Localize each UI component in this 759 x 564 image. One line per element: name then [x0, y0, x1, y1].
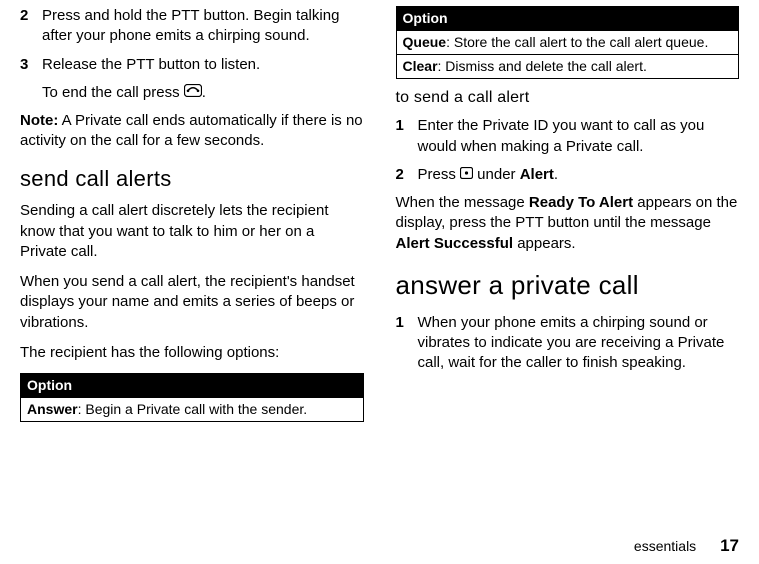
left-column: 2 Press and hold the PTT button. Begin t…	[20, 6, 364, 430]
left-step-3: 3 Release the PTT button to listen.	[20, 55, 364, 75]
step-number: 1	[396, 313, 418, 374]
heading-send-call-alerts: send call alerts	[20, 164, 364, 194]
left-step-2: 2 Press and hold the PTT button. Begin t…	[20, 6, 364, 47]
option-rest-answer: : Begin a Private call with the sender.	[78, 401, 308, 417]
answer-step-1: 1 When your phone emits a chirping sound…	[396, 313, 740, 374]
page-content: 2 Press and hold the PTT button. Begin t…	[0, 0, 759, 430]
option-table-header: Option	[21, 374, 364, 398]
note-label: Note:	[20, 112, 58, 129]
option-table-right: Option Queue: Store the call alert to th…	[396, 6, 740, 79]
right-column: Option Queue: Store the call alert to th…	[396, 6, 740, 430]
option-label-clear: Clear	[403, 58, 438, 74]
step-number: 2	[20, 6, 42, 47]
end-call-pre: To end the call press	[42, 84, 184, 101]
option-row-queue: Queue: Store the call alert to the call …	[396, 30, 739, 54]
ready-to-alert-para: When the message Ready To Alert appears …	[396, 193, 740, 254]
option-table-header: Option	[396, 7, 739, 31]
send-alerts-p3: The recipient has the following options:	[20, 343, 364, 363]
send-alerts-p2: When you send a call alert, the recipien…	[20, 272, 364, 333]
footer-section: essentials	[634, 538, 696, 554]
end-call-post: .	[202, 84, 206, 101]
step-body: Enter the Private ID you want to call as…	[418, 116, 740, 157]
note-body: A Private call ends automatically if the…	[20, 112, 363, 149]
option-row-clear: Clear: Dismiss and delete the call alert…	[396, 54, 739, 78]
step2-post: .	[554, 166, 558, 183]
right-send-step-2: 2 Press under Alert.	[396, 165, 740, 185]
option-label-answer: Answer	[27, 401, 78, 417]
ready-pre: When the message	[396, 194, 529, 211]
step2-mid: under	[473, 166, 520, 183]
option-table-left: Option Answer: Begin a Private call with…	[20, 373, 364, 422]
page-footer: essentials 17	[634, 536, 739, 556]
option-rest-clear: : Dismiss and delete the call alert.	[438, 58, 647, 74]
step-number: 2	[396, 165, 418, 185]
ready-post: appears.	[513, 235, 576, 252]
step2-alert-label: Alert	[520, 166, 554, 183]
send-alerts-p1: Sending a call alert discretely lets the…	[20, 201, 364, 262]
softkey-icon	[460, 165, 473, 185]
step-number: 1	[396, 116, 418, 157]
option-label-queue: Queue	[403, 34, 447, 50]
step-body: Press under Alert.	[418, 165, 740, 185]
step2-pre: Press	[418, 166, 461, 183]
heading-answer-private-call: answer a private call	[396, 268, 740, 303]
option-rest-queue: : Store the call alert to the call alert…	[446, 34, 708, 50]
footer-page-number: 17	[720, 536, 739, 555]
note-paragraph: Note: A Private call ends automatically …	[20, 111, 364, 152]
step-number: 3	[20, 55, 42, 75]
step-body: Press and hold the PTT button. Begin tal…	[42, 6, 364, 47]
step-body: Release the PTT button to listen.	[42, 55, 364, 75]
end-key-icon	[184, 83, 202, 103]
ready-label: Ready To Alert	[529, 194, 633, 211]
right-send-step-1: 1 Enter the Private ID you want to call …	[396, 116, 740, 157]
option-row-answer: Answer: Begin a Private call with the se…	[21, 397, 364, 421]
step-body: When your phone emits a chirping sound o…	[418, 313, 740, 374]
subheading-to-send-call-alert: to send a call alert	[396, 87, 740, 109]
end-call-line: To end the call press .	[42, 83, 364, 103]
success-label: Alert Successful	[396, 235, 514, 252]
